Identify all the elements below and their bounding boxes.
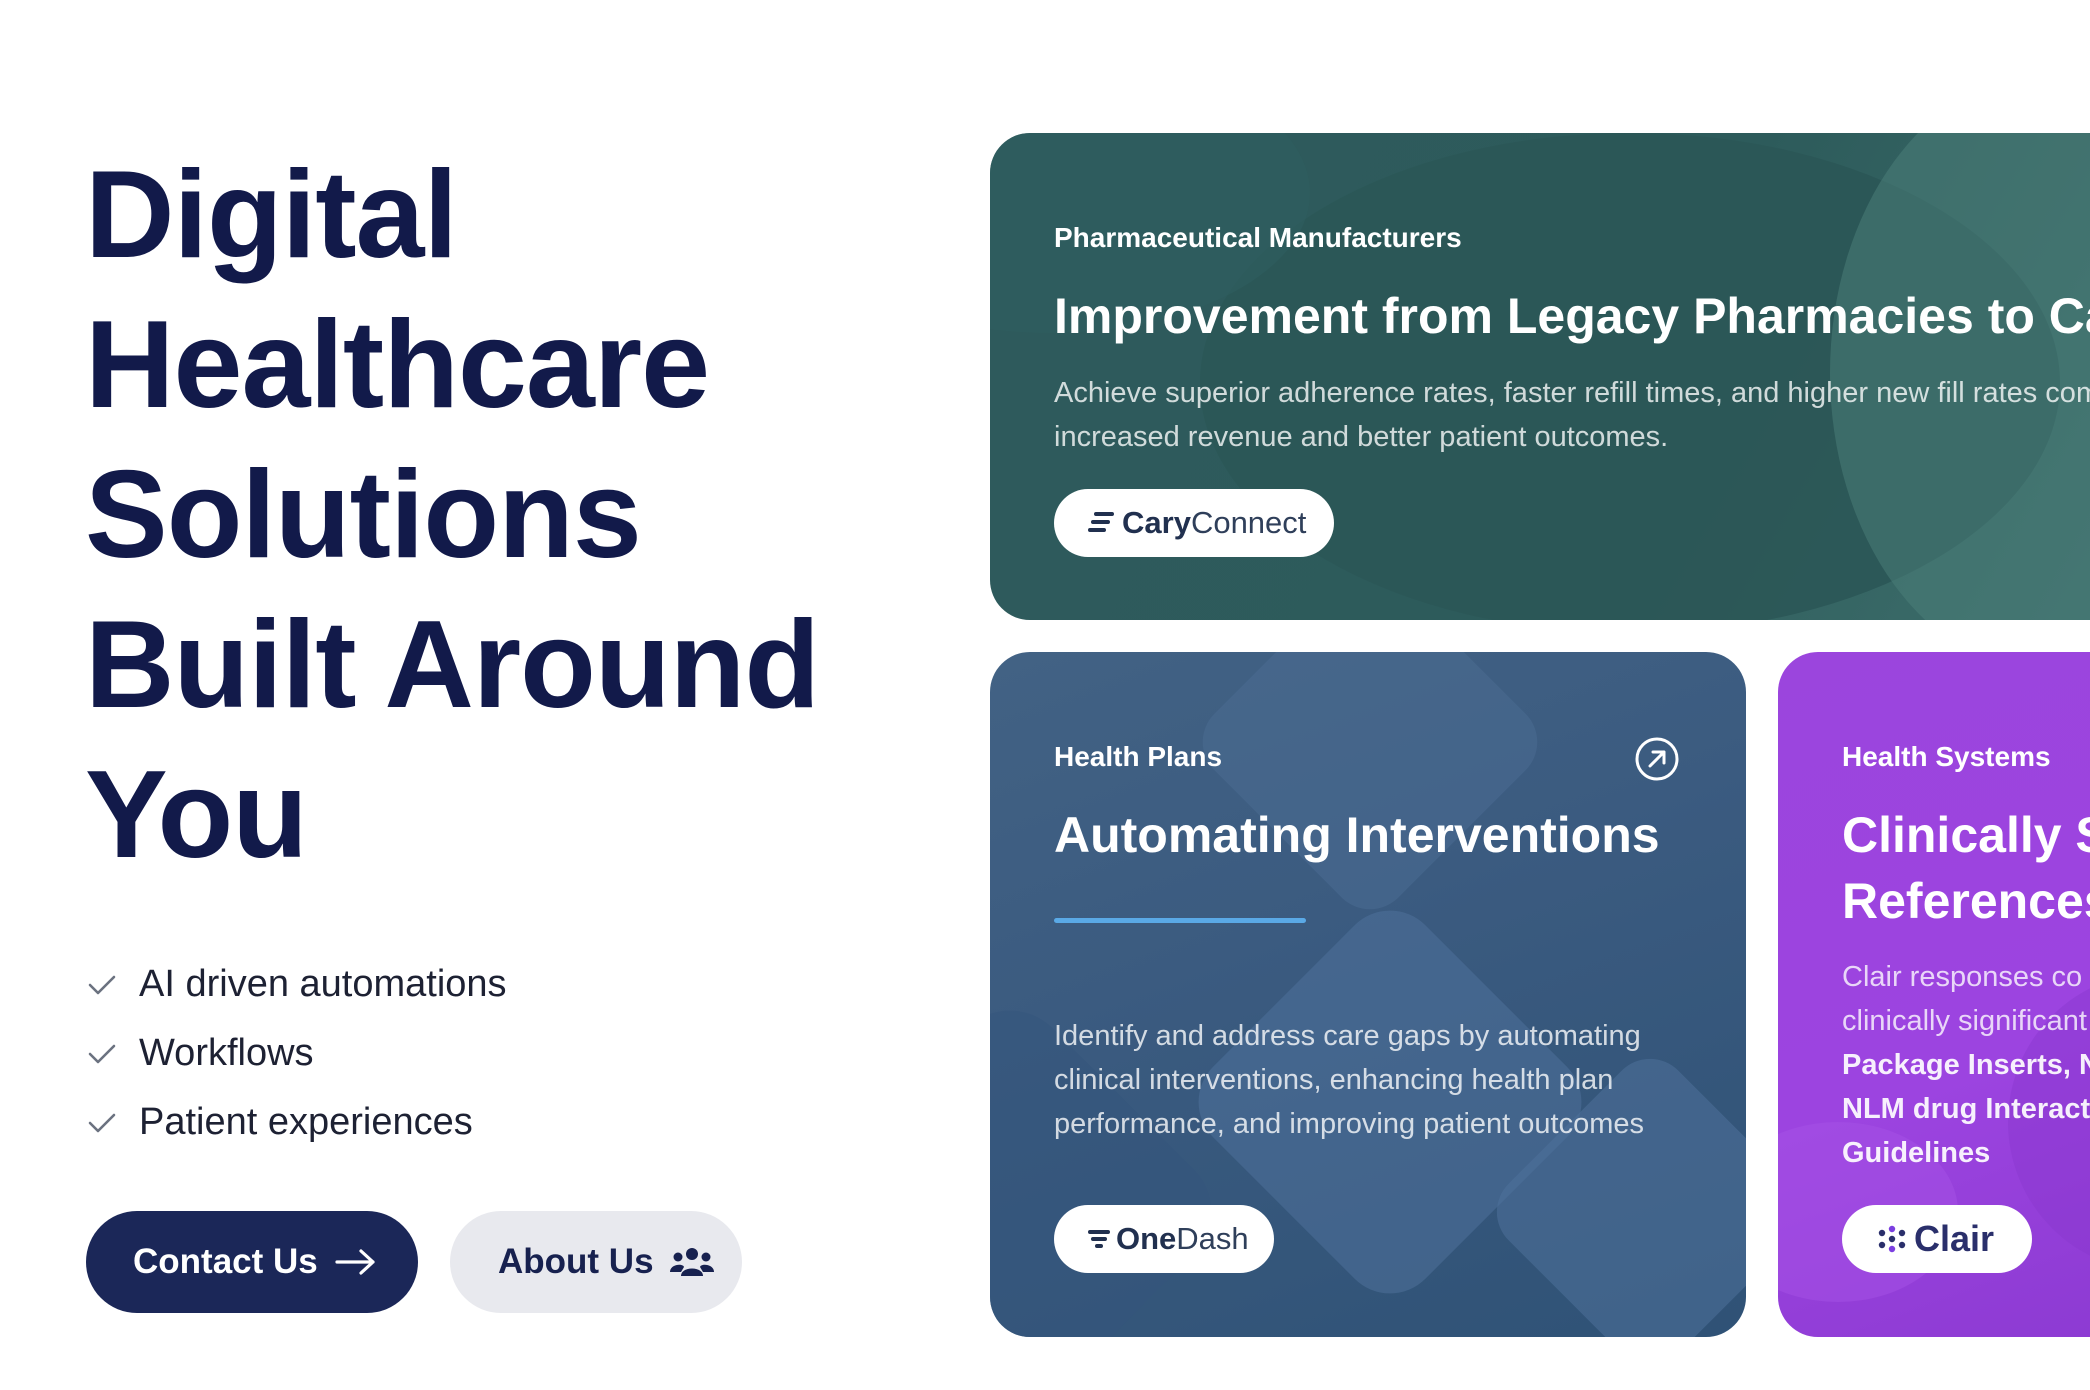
card-health-plans[interactable]: Health Plans Automating Interventions Id…: [990, 652, 1746, 1337]
arrow-right-icon: [334, 1247, 378, 1277]
contact-us-button[interactable]: Contact Us: [86, 1211, 418, 1313]
card-description-line: increased revenue and better patient out…: [1054, 421, 1669, 453]
logo-text: OneDash: [1116, 1221, 1249, 1256]
about-us-label: About Us: [498, 1242, 654, 1281]
check-icon: [85, 968, 119, 1002]
card-description: Identify and address care gaps by automa…: [1054, 1014, 1694, 1146]
hero-title-line: Healthcare: [85, 296, 710, 434]
card-title: Improvement from Legacy Pharmacies to Ca…: [1054, 288, 2090, 344]
clair-icon: [1876, 1225, 1908, 1253]
card-description: Clair responses co clinically significan…: [1842, 955, 2090, 1175]
card-title: Clinically S References: [1842, 802, 2090, 934]
hero-title: Digital Healthcare Solutions Built Aroun…: [85, 140, 905, 890]
onedash-logo[interactable]: OneDash: [1054, 1205, 1274, 1273]
hero-title-line: You: [85, 746, 308, 884]
title-underline: [1054, 918, 1306, 923]
card-eyebrow: Health Plans: [1054, 741, 1223, 772]
card-description-line: clinically significant: [1842, 1005, 2087, 1037]
hero-title-line: Built Around: [85, 596, 820, 734]
feature-item: AI driven automations: [85, 950, 507, 1019]
check-icon: [85, 1037, 119, 1071]
onedash-icon: [1088, 1229, 1110, 1249]
card-description-line: Achieve superior adherence rates, faster…: [1054, 377, 2090, 409]
hero-title-line: Solutions: [85, 446, 642, 584]
card-description-line: Identify and address care gaps by automa…: [1054, 1020, 1641, 1052]
card-eyebrow: Health Systems: [1842, 741, 2051, 772]
card-description: Achieve superior adherence rates, faster…: [1054, 371, 2090, 459]
feature-list: AI driven automations Workflows Patient …: [85, 950, 507, 1157]
card-health-systems[interactable]: Health Systems Clinically S References C…: [1778, 652, 2090, 1337]
card-description-line: NLM drug Interacti: [1842, 1093, 2090, 1125]
card-description-line: performance, and improving patient outco…: [1054, 1108, 1644, 1140]
card-description-line: Clair responses co: [1842, 961, 2083, 993]
card-description-line: Package Inserts, N: [1842, 1049, 2090, 1081]
card-title: Automating Interventions: [1054, 807, 1660, 863]
logo-text: Clair: [1914, 1218, 1995, 1259]
people-icon: [669, 1244, 714, 1280]
page: Digital Healthcare Solutions Built Aroun…: [0, 0, 2090, 1390]
card-description-line: clinical interventions, enhancing health…: [1054, 1064, 1614, 1096]
feature-item: Patient experiences: [85, 1088, 507, 1157]
card-eyebrow: Pharmaceutical Manufacturers: [1054, 222, 1462, 253]
arrow-up-right-circle-icon[interactable]: [1634, 736, 1680, 782]
hero-title-line: Digital: [85, 146, 458, 284]
check-icon: [85, 1106, 119, 1140]
cary-connect-logo[interactable]: CaryConnect: [1054, 489, 1334, 557]
feature-label: Workflows: [139, 1032, 314, 1074]
about-us-button[interactable]: About Us: [450, 1211, 742, 1313]
card-title-line: Clinically S: [1842, 807, 2090, 863]
feature-item: Workflows: [85, 1019, 507, 1088]
feature-label: AI driven automations: [139, 963, 507, 1005]
feature-label: Patient experiences: [139, 1101, 473, 1143]
cary-connect-icon: [1088, 511, 1114, 535]
contact-us-label: Contact Us: [133, 1242, 318, 1281]
card-title-line: References: [1842, 873, 2090, 929]
clair-logo[interactable]: Clair: [1842, 1205, 2032, 1273]
card-description-line: Guidelines: [1842, 1137, 1991, 1169]
card-pharmaceutical-manufacturers[interactable]: Pharmaceutical Manufacturers Improvement…: [990, 133, 2090, 620]
logo-text: CaryConnect: [1122, 505, 1307, 540]
